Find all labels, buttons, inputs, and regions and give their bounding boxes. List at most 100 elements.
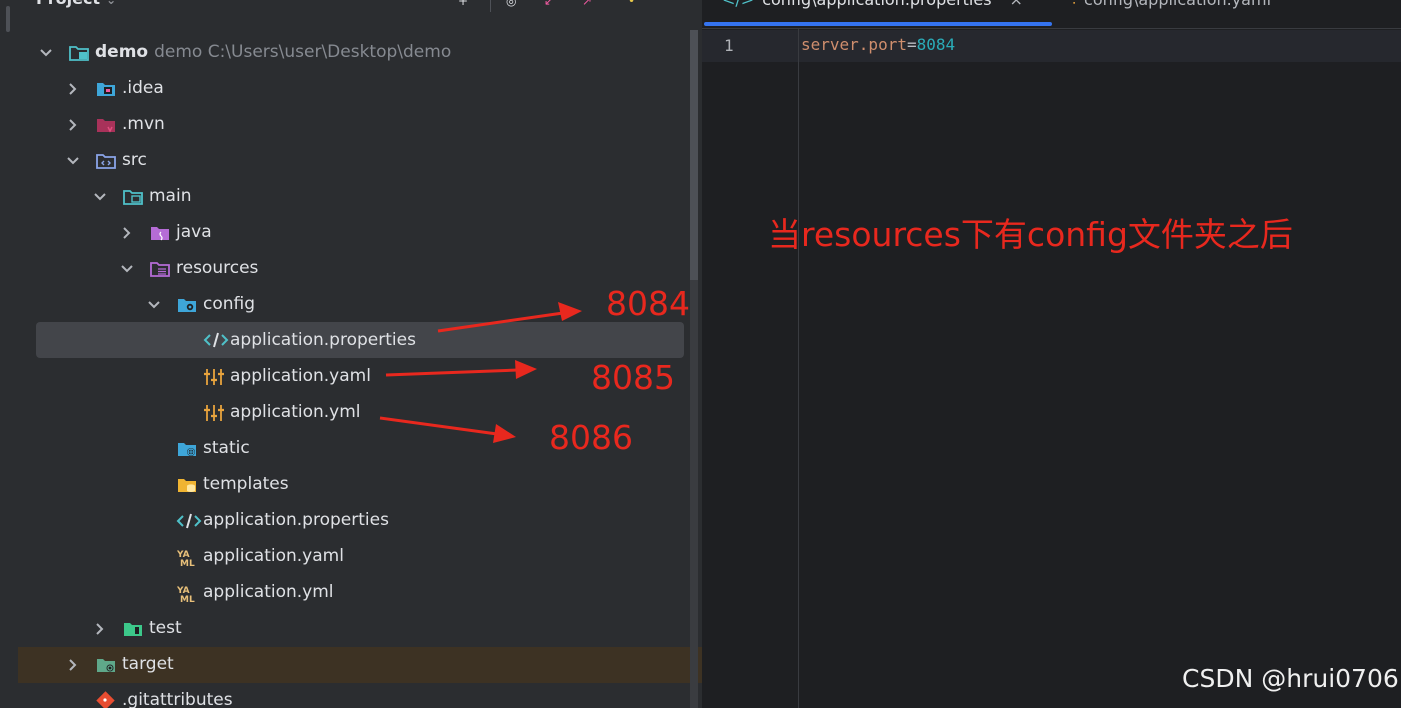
properties-file-icon <box>176 511 202 531</box>
tree-label: static <box>203 438 250 458</box>
tree-row-templates[interactable]: templates <box>18 467 688 503</box>
property-separator: = <box>906 35 917 54</box>
watermark: CSDN @hrui0706 <box>1182 664 1399 693</box>
chevron-down-icon[interactable]: ⌄ <box>106 0 116 7</box>
toolbar-divider <box>490 0 491 12</box>
properties-file-icon: </> <box>722 0 754 9</box>
active-tab-indicator <box>704 22 1052 26</box>
yaml-file-icon: YA ML <box>176 547 198 567</box>
annotation-label-8084: 8084 <box>606 284 690 323</box>
tree-row-config[interactable]: config <box>18 287 688 323</box>
chevron-right-icon[interactable] <box>63 655 83 675</box>
tree-row-config-application-yaml[interactable]: application.yaml <box>18 359 688 395</box>
tab-label: config\application.properties <box>762 0 991 9</box>
web-folder-icon <box>176 439 198 459</box>
line-number: 1 <box>724 36 734 55</box>
git-file-icon <box>95 691 117 708</box>
locate-icon[interactable]: ◎ <box>506 0 516 8</box>
settings-file-icon <box>203 367 225 387</box>
tree-label: java <box>176 222 212 242</box>
tree-row-target[interactable]: target <box>18 647 702 683</box>
panel-title[interactable]: Project ⌄ <box>36 0 116 8</box>
collapse-all-icon[interactable]: ↗ <box>582 0 592 8</box>
chevron-down-icon[interactable] <box>36 43 56 63</box>
tree-row-application-properties[interactable]: application.properties <box>18 503 688 539</box>
chevron-right-icon[interactable] <box>63 115 83 135</box>
chevron-right-icon[interactable] <box>63 79 83 99</box>
panel-title-label: Project <box>36 0 100 8</box>
annotation-label-8085: 8085 <box>591 358 675 397</box>
tree-row-main[interactable]: main <box>18 179 688 215</box>
tool-window-marker[interactable] <box>6 6 10 32</box>
tab-bar: </> config\application.properties × ⫶ confi… <box>702 0 1401 29</box>
add-icon[interactable]: + <box>458 0 468 8</box>
settings-file-icon <box>203 403 225 423</box>
idea-folder-icon <box>95 79 117 99</box>
line-gutter <box>702 29 799 708</box>
tree-label: .gitattributes <box>122 690 233 708</box>
property-key: server.port <box>801 35 907 54</box>
tree-row-idea[interactable]: .idea <box>18 71 688 107</box>
options-icon[interactable]: • <box>628 0 635 8</box>
module-folder-icon <box>68 43 90 63</box>
config-folder-icon <box>176 295 198 315</box>
svg-text:ML: ML <box>180 595 195 603</box>
templates-folder-icon <box>176 475 198 495</box>
tree-row-config-application-properties[interactable]: application.properties <box>36 322 684 358</box>
excluded-folder-icon <box>95 655 117 675</box>
java-folder-icon <box>149 223 171 243</box>
tree-label: application.properties <box>203 510 389 530</box>
maven-folder-icon <box>95 115 117 135</box>
chevron-down-icon[interactable] <box>90 187 110 207</box>
expand-all-icon[interactable]: ↙ <box>544 0 554 8</box>
tree-label: config <box>203 294 256 314</box>
tab-config-application-yaml[interactable]: ⫶ config\application.yaml <box>1072 0 1271 26</box>
tree-row-test[interactable]: test <box>18 611 688 647</box>
tree-row-mvn[interactable]: .mvn <box>18 107 688 143</box>
svg-text:ML: ML <box>180 559 195 567</box>
tree-row-java[interactable]: java <box>18 215 688 251</box>
editor-area: </> config\application.properties × ⫶ confi… <box>702 0 1401 708</box>
tree-label: demo demo C:\Users\user\Desktop\demo <box>95 42 452 62</box>
chevron-right-icon[interactable] <box>90 619 110 639</box>
project-panel: Project ⌄ + ◎ ↙ ↗ • demodemo C:\Users\use… <box>18 0 702 708</box>
tree-label: resources <box>176 258 259 278</box>
code-line[interactable]: server.port=8084 <box>801 35 955 54</box>
tree-label: target <box>122 654 174 674</box>
tree-label: application.properties <box>230 330 416 350</box>
tree-row-application-yml[interactable]: YA ML application.yml <box>18 575 688 611</box>
properties-file-icon <box>203 330 229 350</box>
tree-label: application.yaml <box>230 366 371 386</box>
chevron-right-icon[interactable] <box>117 223 137 243</box>
tool-window-strip <box>0 0 19 708</box>
source-folder-icon <box>95 151 117 171</box>
property-value: 8084 <box>916 35 956 54</box>
tree-label: main <box>149 186 192 206</box>
tree-label: templates <box>203 474 289 494</box>
tab-label: config\application.yaml <box>1084 0 1271 9</box>
tree-label: application.yml <box>230 402 361 422</box>
scrollbar-thumb[interactable] <box>690 30 698 280</box>
tree-label: .idea <box>122 78 164 98</box>
settings-file-icon: ⫶ <box>1072 0 1076 9</box>
tree-row-demo[interactable]: demo demo C:\Users\user\Desktop\demo <box>18 35 688 71</box>
resources-folder-icon <box>149 259 171 279</box>
tree-row-gitattributes[interactable]: .gitattributes <box>18 683 688 708</box>
tree-label: application.yaml <box>203 546 344 566</box>
tree-row-application-yaml[interactable]: YA ML application.yaml <box>18 539 688 575</box>
tree-label: test <box>149 618 182 638</box>
tree-label: src <box>122 150 147 170</box>
test-folder-icon <box>122 619 144 639</box>
tree-row-src[interactable]: src <box>18 143 688 179</box>
close-icon[interactable]: × <box>1010 0 1023 9</box>
chevron-down-icon[interactable] <box>144 295 164 315</box>
chevron-down-icon[interactable] <box>117 259 137 279</box>
annotation-label-8086: 8086 <box>549 418 633 457</box>
tree-label: application.yml <box>203 582 334 602</box>
tree-row-resources[interactable]: resources <box>18 251 688 287</box>
chevron-down-icon[interactable] <box>63 151 83 171</box>
folder-icon <box>122 187 144 207</box>
tree-label: .mvn <box>122 114 165 134</box>
yaml-file-icon: YA ML <box>176 583 198 603</box>
annotation-heading: 当resources下有config文件夹之后 <box>768 215 1293 254</box>
